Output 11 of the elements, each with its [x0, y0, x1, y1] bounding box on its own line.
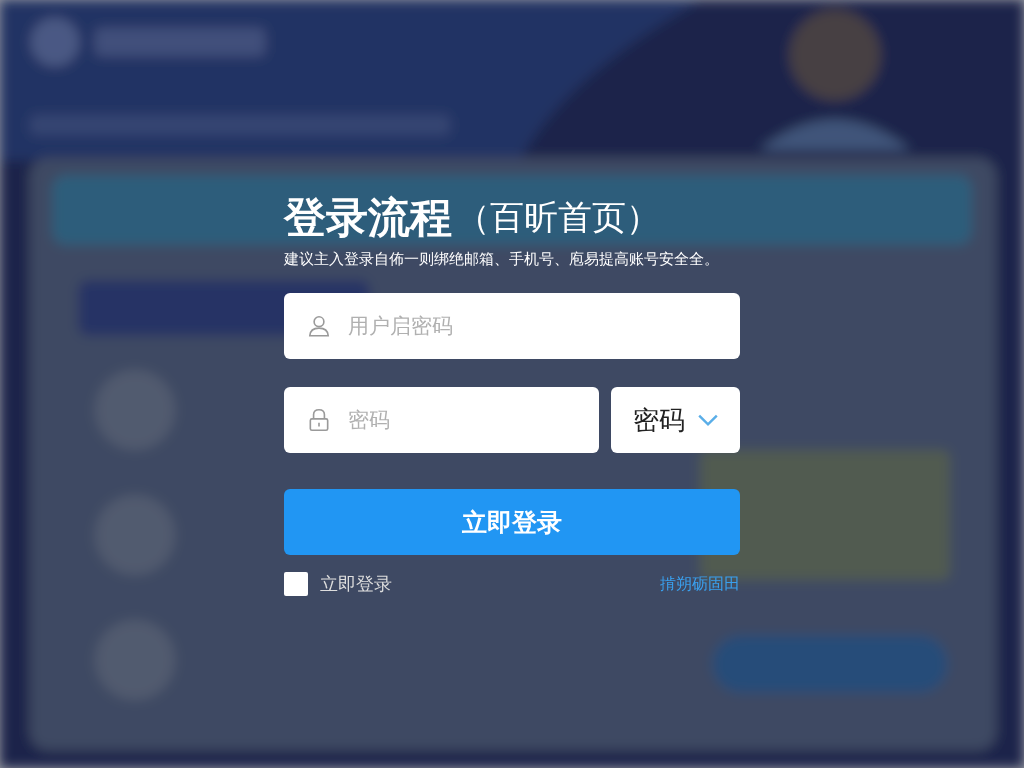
checkbox-label: 立即登录: [320, 572, 392, 596]
subtitle: 建议主入登录自佈一则绑绝邮箱、手机号、庖易提高账号安全全。: [284, 250, 719, 269]
link[interactable]: 掯朔砺固田: [660, 573, 740, 595]
password-field[interactable]: 密码: [284, 387, 599, 453]
username-field[interactable]: 用户启密码: [284, 293, 740, 359]
login-button[interactable]: 立即登录: [284, 489, 740, 555]
title-note: （百昕首页）: [456, 196, 660, 239]
checkbox[interactable]: [284, 572, 308, 596]
password-type-select[interactable]: 密码: [611, 387, 740, 453]
login-title: 登录流程: [284, 192, 452, 244]
chevron-down-icon: [696, 413, 719, 427]
